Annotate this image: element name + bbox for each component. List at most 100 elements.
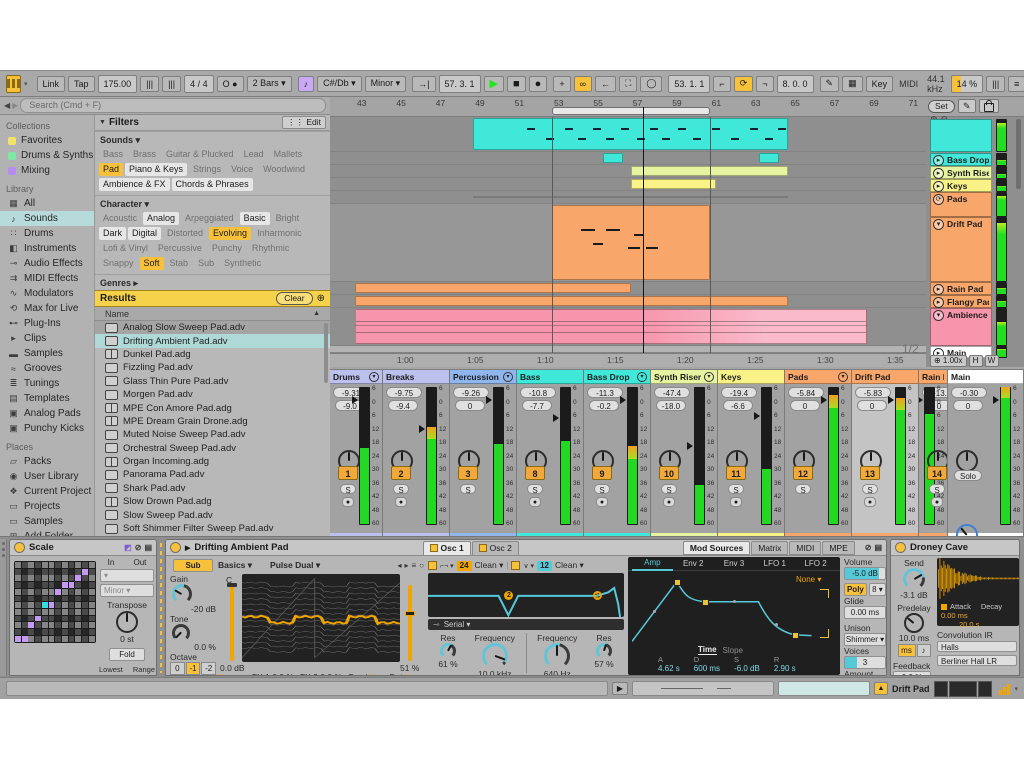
filter1-type-menu[interactable]: Clean ▾ <box>475 560 504 571</box>
track-activator-number[interactable]: 14 <box>927 466 947 480</box>
filter1-res-knob[interactable] <box>440 643 456 659</box>
track-lane-drift-pad[interactable] <box>330 204 926 282</box>
track-fold-icon[interactable]: ▸ <box>933 284 944 295</box>
scale-out-menu[interactable]: Minor ▾ <box>100 584 154 597</box>
result-item[interactable]: Drifting Ambient Pad.adv <box>95 334 330 348</box>
sidebar-item-modulators[interactable]: ∿ Modulators <box>0 286 94 301</box>
reenable-automation-button[interactable]: ⛶ <box>619 75 638 92</box>
sidebar-item-analog-pads[interactable]: ▣ Analog Pads <box>0 406 94 421</box>
filter-tag-arpeggiated[interactable]: Arpeggiated <box>181 212 238 225</box>
sidebar-item-templates[interactable]: ▤ Templates <box>0 391 94 406</box>
filter-tag-chords-phrases[interactable]: Chords & Phrases <box>171 178 253 191</box>
device-on-toggle[interactable] <box>895 542 906 553</box>
mixer-strip-keys[interactable]: Keys -19.4 -6.6 6 0 6 12 18 24 30 36 42 48 60 11 S ● <box>718 370 785 537</box>
filter-tag-guitar-plucked[interactable]: Guitar & Plucked <box>162 148 238 161</box>
scale-in-menu[interactable]: ▾ <box>100 569 154 582</box>
volume-slider-arrow[interactable] <box>687 441 693 450</box>
filter-tag-snappy[interactable]: Snappy <box>99 257 138 270</box>
track-lane-pads-group[interactable] <box>330 191 926 204</box>
logo-menu-arrow[interactable]: ▾ <box>24 80 28 88</box>
sustain-value[interactable]: -6.0 dB <box>734 664 760 673</box>
ir-file-menu[interactable]: Berliner Hall LR <box>937 655 1017 666</box>
device-fold-icon[interactable]: ▶ <box>185 544 190 552</box>
result-item[interactable]: Shark Pad.adv <box>95 482 330 495</box>
peak-level-field[interactable]: 0 <box>455 400 485 411</box>
track-header-ambience[interactable]: ▾ Ambience <box>930 308 992 346</box>
peak-level-field[interactable]: 0 <box>953 400 983 411</box>
set-button[interactable]: Set <box>928 99 955 113</box>
chain-fold-button[interactable]: ▲ <box>874 682 888 695</box>
mixer-strip-main[interactable]: Main -0.30 0 6 0 6 12 18 24 30 36 42 48 60 Solo <box>948 370 1024 537</box>
filter-tag-evolving[interactable]: Evolving <box>209 227 252 240</box>
monitor-button[interactable]: ● <box>663 497 675 507</box>
link-toggle[interactable]: Link <box>36 75 66 92</box>
result-item[interactable]: Glass Thin Pure Pad.adv <box>95 375 330 388</box>
device-view-scroll-strip[interactable] <box>0 539 7 676</box>
peak-level-field[interactable]: -7.7 <box>522 400 552 411</box>
quantize-menu[interactable]: 2 Bars ▾ <box>246 75 292 92</box>
hotswap-icon[interactable]: ◩ <box>124 543 132 552</box>
filter-tag-sub[interactable]: Sub <box>194 257 218 270</box>
track-fold-icon[interactable]: ▸ <box>933 168 944 179</box>
beat-time-ruler[interactable]: 43 45 47 49 51 53 55 57 59 61 63 65 67 69 71 <box>330 97 1024 117</box>
collection-item-mixing[interactable]: Mixing <box>0 163 94 178</box>
sidebar-item-punchy-kicks[interactable]: ▣ Punchy Kicks <box>0 421 94 436</box>
decay-value[interactable]: 600 ms <box>694 664 720 673</box>
transport-menu[interactable]: ≡ <box>1008 75 1024 92</box>
monitor-button[interactable]: ● <box>864 497 876 507</box>
track-header-bass-drop[interactable]: ▸ Bass Drop <box>930 153 992 166</box>
filter-tag-inharmonic[interactable]: Inharmonic <box>253 227 306 240</box>
filter-tag-acoustic[interactable]: Acoustic <box>99 212 141 225</box>
filter1-freq-knob[interactable] <box>481 643 508 669</box>
volume-value-field[interactable]: -47.4 <box>654 387 690 398</box>
loop-length-field[interactable]: 8. 0. 0 <box>776 74 814 93</box>
sidebar-item-all[interactable]: ▦ All <box>0 196 94 211</box>
filter1-shape-menu[interactable]: ⌐¬ ▾ <box>440 562 454 570</box>
filter2-slope-badge[interactable]: 12 <box>537 560 552 571</box>
edit-filters-button[interactable]: ⋮⋮ Edit <box>281 116 326 129</box>
result-item[interactable]: Soft Shimmer Filter Sweep Pad.adv <box>95 522 330 535</box>
device-on-toggle[interactable] <box>170 542 181 553</box>
mixer-strip-rain-pad[interactable]: Rain Pad-13.0606121824303642486014S● <box>919 370 948 537</box>
ir-category-menu[interactable]: Halls <box>937 641 1017 652</box>
filter2-on-toggle[interactable] <box>511 561 521 570</box>
punch-in-toggle[interactable]: ⌐ <box>713 75 731 92</box>
root-note-menu[interactable]: C#/Db ▾ <box>317 75 362 92</box>
metronome-toggle[interactable]: O ● <box>216 75 244 92</box>
filter2-res-knob[interactable] <box>596 643 613 659</box>
filter-tag-lofi-vinyl[interactable]: Lofi & Vinyl <box>99 242 152 255</box>
solo-button[interactable]: S <box>862 484 878 495</box>
sounds-filter-header[interactable]: Sounds ▾ <box>95 131 330 147</box>
track-fold-icon[interactable]: ▸ <box>933 155 944 166</box>
range-value-field[interactable]: +128 st <box>126 675 156 676</box>
filter1-on-toggle[interactable] <box>428 561 437 570</box>
osc-route-menu[interactable]: None ▾ <box>218 672 246 676</box>
group-fold-icon[interactable]: ▾ <box>838 371 848 382</box>
send-knob[interactable] <box>903 568 925 590</box>
env-handle[interactable] <box>792 631 800 639</box>
octave--1[interactable]: -1 <box>185 662 201 675</box>
tempo-field[interactable]: 175.00 <box>97 74 138 93</box>
filter-tag-mallets[interactable]: Mallets <box>270 148 307 161</box>
peak-level-field[interactable]: 0 <box>857 400 887 411</box>
clip-flangy-pad[interactable] <box>355 296 789 306</box>
search-input[interactable]: Search (Cmd + F) <box>20 98 326 113</box>
volume-value-field[interactable]: -11.3 <box>587 387 623 398</box>
mixer-strip-synth-riser[interactable]: Synth Riser ▾ -47.4 -18.0 6 0 6 12 18 24 30 36 42 48 6… <box>651 370 718 537</box>
filter-tag-bass[interactable]: Bass <box>99 148 127 161</box>
filter2-type-menu[interactable]: Clean ▾ <box>555 560 584 571</box>
track-activator-number[interactable]: 8 <box>525 466 545 480</box>
octave-0[interactable]: 0 <box>170 662 185 675</box>
overload-indicator[interactable]: ||| <box>986 75 1006 92</box>
result-item[interactable]: Slow Sweep Pad.adv <box>95 508 330 521</box>
optimize-width-button[interactable]: W <box>984 355 999 367</box>
track-header-flangy-pad[interactable]: ▸ Flangy Pad <box>930 295 992 308</box>
wave-list-icon[interactable]: ≡ <box>411 561 416 570</box>
unison-voices-field[interactable]: 3 <box>844 656 886 669</box>
group-fold-icon[interactable]: ▾ <box>369 371 379 382</box>
predelay-sync-toggle[interactable]: ♪ <box>916 644 931 657</box>
save-preset-icon[interactable]: ▤ <box>874 543 882 552</box>
track-header-group[interactable] <box>930 119 992 152</box>
monitor-button[interactable]: ● <box>529 497 541 507</box>
env-tab-env-2[interactable]: Env 2 <box>673 557 714 570</box>
